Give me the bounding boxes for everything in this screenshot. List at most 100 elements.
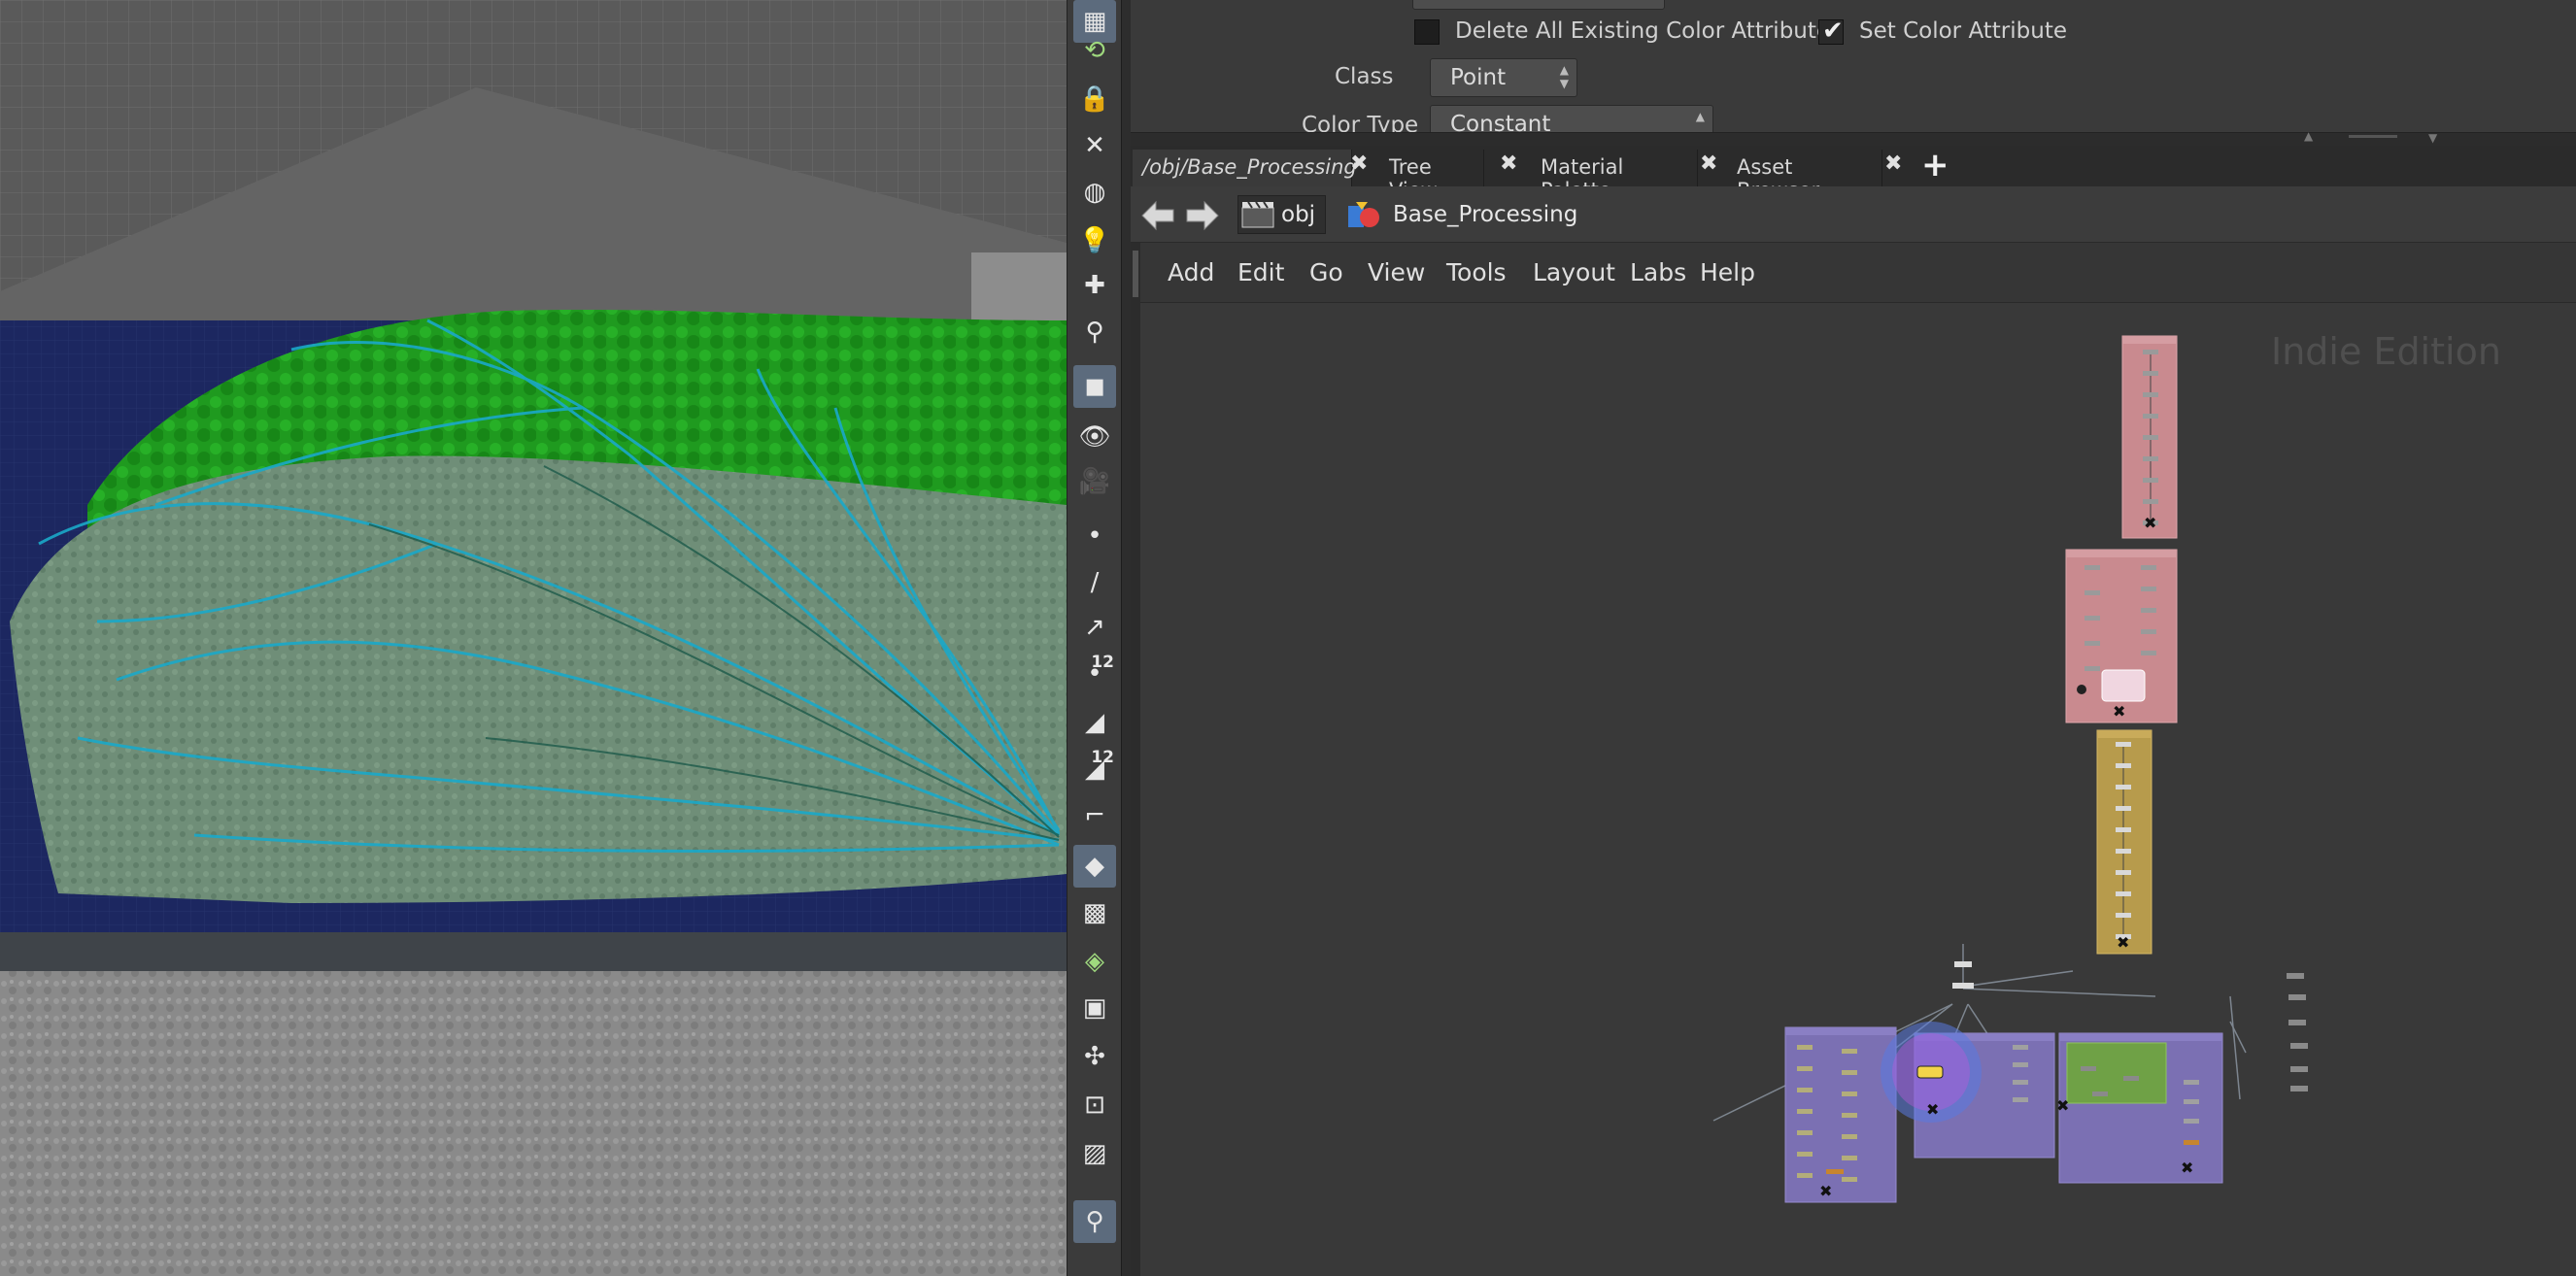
menu-go[interactable]: Go — [1309, 258, 1343, 286]
node[interactable] — [2184, 1119, 2199, 1124]
node[interactable] — [2143, 499, 2158, 504]
handle-icon[interactable]: ✣ — [1073, 1035, 1116, 1078]
node[interactable] — [1797, 1130, 1813, 1135]
node[interactable] — [2013, 1097, 2028, 1102]
output-node-icon[interactable]: ✖ — [1819, 1182, 1832, 1200]
collapse-down-icon[interactable]: ▼ — [2428, 131, 2437, 145]
node[interactable] — [1842, 1156, 1857, 1160]
strip-handle[interactable] — [1133, 251, 1138, 297]
output-node-icon[interactable]: ✖ — [2117, 933, 2129, 952]
set-color-checkbox[interactable]: ✔ — [1818, 17, 1844, 46]
breadcrumb-node[interactable]: Base_Processing — [1342, 195, 1577, 234]
point-normal-icon[interactable]: ∕ — [1073, 561, 1116, 604]
pane-divider[interactable]: ▲ ▼ — [1131, 129, 2576, 146]
point-display-icon[interactable]: • — [1073, 515, 1116, 557]
breadcrumb-obj[interactable]: obj — [1237, 195, 1327, 234]
shaded-prim-icon[interactable]: ◆ — [1073, 845, 1116, 888]
menu-layout[interactable]: Layout — [1533, 258, 1615, 286]
menu-edit[interactable]: Edit — [1237, 258, 1284, 286]
node[interactable] — [2141, 565, 2156, 570]
node[interactable] — [2143, 414, 2158, 419]
light-link-icon[interactable]: ⚲ — [1073, 311, 1116, 353]
node[interactable] — [2116, 849, 2131, 854]
node[interactable] — [2141, 651, 2156, 655]
node-graph[interactable]: ✖ ✖ ✖ ✖ ✖ ✖ ✖ — [1140, 303, 2576, 1276]
node[interactable] — [1842, 1177, 1857, 1182]
node[interactable] — [2085, 666, 2100, 671]
tab-asset-browser[interactable]: Asset Browser — [1727, 150, 1882, 202]
uv-icon[interactable]: ◈ — [1073, 940, 1116, 983]
back-arrow-icon[interactable] — [1138, 198, 1177, 233]
node[interactable] — [2143, 371, 2158, 376]
node[interactable] — [1797, 1173, 1813, 1178]
node[interactable] — [2141, 608, 2156, 613]
camera-view-icon[interactable]: 🎥 — [1073, 460, 1116, 503]
node[interactable] — [1797, 1109, 1813, 1114]
node[interactable] — [2143, 435, 2158, 440]
add-tab-icon[interactable]: + — [1921, 146, 1949, 185]
location-icon[interactable]: ⚲ — [1073, 1200, 1116, 1243]
node[interactable] — [2116, 763, 2131, 768]
vector-icon[interactable]: ↗ — [1073, 606, 1116, 649]
node[interactable] — [2123, 1076, 2139, 1081]
node[interactable] — [1842, 1134, 1857, 1139]
scene-viewport[interactable] — [0, 0, 1067, 1276]
node[interactable] — [2013, 1080, 2028, 1085]
node[interactable] — [2116, 913, 2131, 918]
node[interactable] — [1797, 1045, 1813, 1050]
hide-icon[interactable]: ✕ — [1073, 124, 1116, 167]
node[interactable] — [2116, 891, 2131, 896]
menu-help[interactable]: Help — [1700, 258, 1755, 286]
output-node-icon[interactable]: ✖ — [1926, 1100, 1939, 1119]
node[interactable] — [2081, 1066, 2096, 1071]
node[interactable] — [2085, 565, 2100, 570]
curve-icon[interactable]: ⌐ — [1073, 794, 1116, 837]
texture-icon[interactable]: ▩ — [1073, 891, 1116, 934]
floating-node-chain[interactable] — [2287, 973, 2308, 1091]
node[interactable] — [1797, 1066, 1813, 1071]
node[interactable] — [2116, 827, 2131, 832]
node[interactable] — [2085, 590, 2100, 595]
close-icon[interactable]: ✖ — [1350, 151, 1368, 176]
network-editor[interactable]: Indie Edition ✖ ✖ ✖ ✖ ✖ ✖ ✖ — [1140, 303, 2576, 1276]
node[interactable] — [2116, 742, 2131, 747]
forward-arrow-icon[interactable] — [1183, 198, 1222, 233]
node[interactable] — [2013, 1045, 2028, 1050]
drag-handle[interactable] — [2349, 135, 2397, 138]
snapping-icon[interactable]: ⟲ — [1073, 29, 1116, 72]
uv-view-icon[interactable]: ▣ — [1073, 987, 1116, 1029]
close-icon[interactable]: ✖ — [1500, 151, 1517, 176]
node[interactable] — [1797, 1088, 1813, 1092]
output-node-icon[interactable]: ✖ — [2113, 702, 2125, 721]
light-icon[interactable]: 💡 — [1073, 219, 1116, 262]
node[interactable] — [1826, 1169, 1844, 1174]
node[interactable] — [2184, 1099, 2199, 1104]
tab-base-processing[interactable]: /obj/Base_Processing — [1133, 150, 1357, 186]
top-partial-dropdown[interactable] — [1412, 0, 1665, 10]
node[interactable] — [1842, 1091, 1857, 1096]
output-node-icon[interactable]: ✖ — [2144, 514, 2156, 532]
safe-area-icon[interactable]: ⊡ — [1073, 1084, 1116, 1126]
menu-labs[interactable]: Labs — [1630, 258, 1686, 286]
prim-number-icon[interactable]: ◢ 12 — [1073, 748, 1116, 790]
menu-add[interactable]: Add — [1168, 258, 1214, 286]
tab-tree-view[interactable]: Tree View — [1379, 150, 1484, 202]
tab-material-palette[interactable]: Material Palette — [1531, 150, 1698, 202]
close-icon[interactable]: ✖ — [1884, 151, 1902, 176]
node[interactable] — [2184, 1140, 2199, 1145]
node[interactable] — [1797, 1152, 1813, 1157]
pane-splitter[interactable] — [1121, 0, 1131, 1276]
menu-view[interactable]: View — [1368, 258, 1425, 286]
node[interactable] — [2116, 806, 2131, 811]
node[interactable] — [2143, 392, 2158, 397]
node[interactable] — [2116, 870, 2131, 875]
node[interactable] — [2085, 641, 2100, 646]
node[interactable] — [2184, 1080, 2199, 1085]
lock-camera-icon[interactable]: 🔒 — [1073, 78, 1116, 120]
shaded-mode-icon[interactable]: ◼ — [1073, 365, 1116, 408]
node[interactable] — [1842, 1070, 1857, 1075]
output-node-icon[interactable]: ✖ — [2181, 1158, 2193, 1177]
output-node-icon[interactable]: ✖ — [2056, 1096, 2069, 1115]
prim-normal-icon[interactable]: ◢ — [1073, 701, 1116, 744]
add-light-icon[interactable]: ✚ — [1073, 264, 1116, 307]
